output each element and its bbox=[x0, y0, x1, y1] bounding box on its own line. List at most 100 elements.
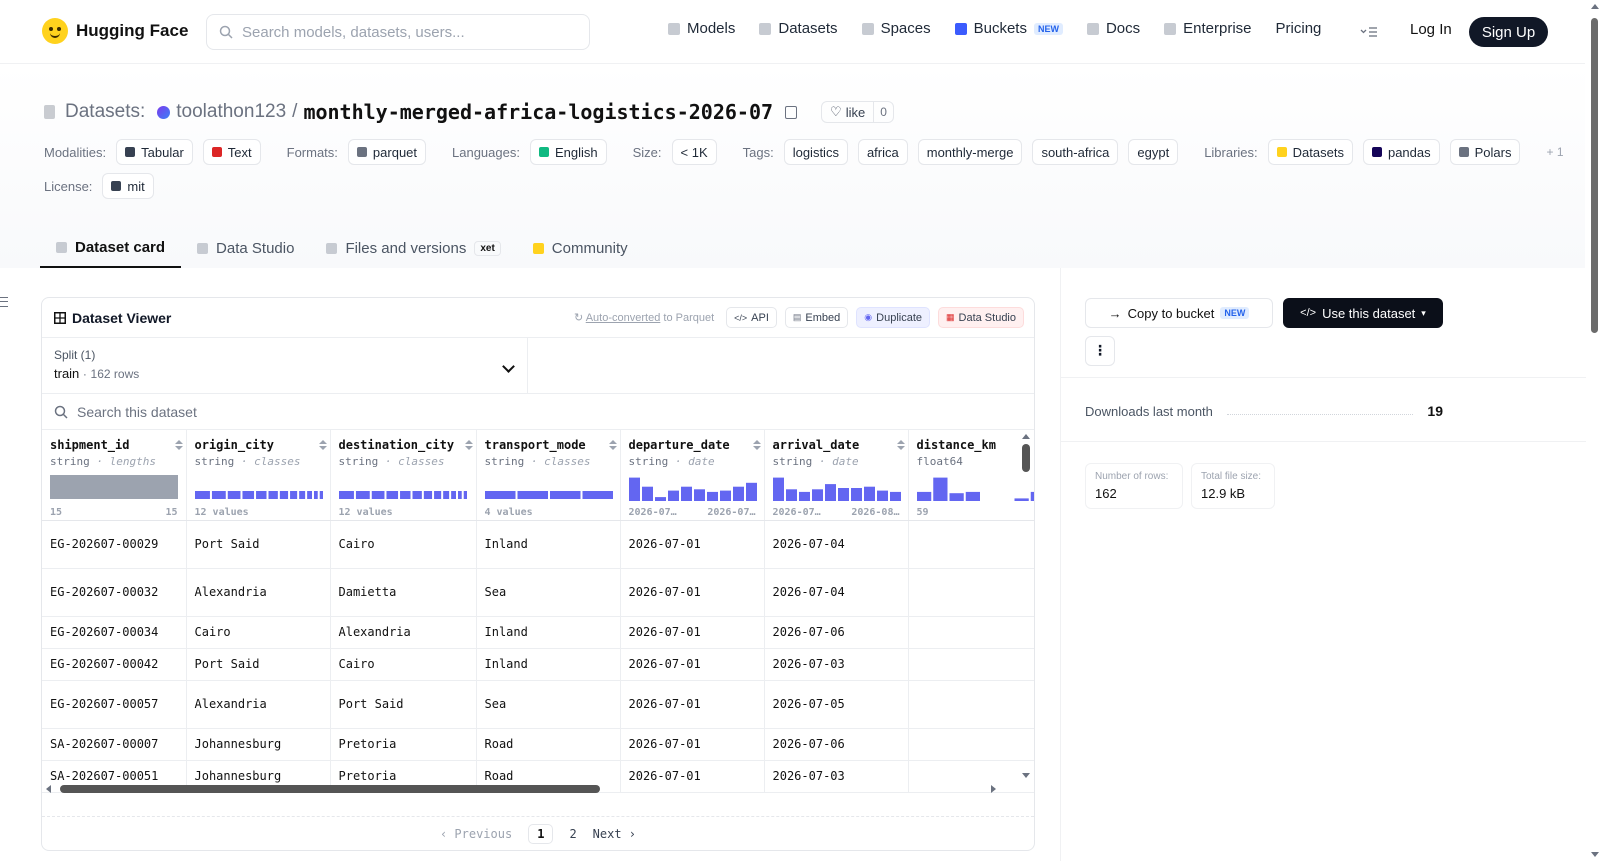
more-libraries[interactable]: + 1 bbox=[1546, 145, 1563, 159]
table-cell[interactable]: EG-202607-00042 bbox=[42, 648, 187, 681]
nav-link-pricing[interactable]: Pricing bbox=[1276, 20, 1322, 37]
table-cell[interactable] bbox=[908, 616, 1034, 649]
table-cell[interactable] bbox=[908, 520, 1034, 569]
nav-link-enterprise[interactable]: Enterprise bbox=[1164, 20, 1252, 37]
table-cell[interactable]: Alexandria bbox=[186, 568, 331, 617]
table-cell[interactable]: Sea bbox=[476, 680, 621, 729]
table-cell[interactable]: EG-202607-00029 bbox=[42, 520, 187, 569]
column-header-distance_km[interactable]: distance_km float64 59 bbox=[908, 430, 1034, 521]
histogram-bar[interactable] bbox=[876, 490, 888, 501]
table-cell[interactable]: 2026-07-01 bbox=[620, 648, 765, 681]
table-cell[interactable]: Pretoria bbox=[330, 728, 477, 761]
nav-link-models[interactable]: Models bbox=[668, 20, 735, 37]
class-segment[interactable] bbox=[549, 491, 581, 499]
split-selector[interactable]: Split (1) train · 162 rows bbox=[42, 338, 528, 393]
table-row[interactable]: SA-202607-00007 Johannesburg Pretoria Road 2… bbox=[42, 728, 1034, 761]
table-cell[interactable]: 2026-07-01 bbox=[620, 616, 765, 649]
table-cell[interactable]: Cairo bbox=[330, 520, 477, 569]
table-cell[interactable]: Damietta bbox=[330, 568, 477, 617]
table-cell[interactable]: 2026-07-01 bbox=[620, 728, 765, 761]
embed-button[interactable]: ▤ Embed bbox=[784, 307, 849, 328]
table-scroll-area[interactable]: shipment_id string · lengths 15 15 origin_ci… bbox=[42, 430, 1034, 802]
tag-chip[interactable]: monthly-merge bbox=[917, 139, 1023, 165]
length-bar[interactable] bbox=[50, 475, 178, 499]
tab-data-studio[interactable]: Data Studio bbox=[181, 228, 310, 268]
table-cell[interactable]: 2026-07-06 bbox=[764, 728, 909, 761]
class-segment[interactable] bbox=[412, 491, 422, 499]
class-segment[interactable] bbox=[289, 491, 297, 499]
dataset-name[interactable]: monthly-merged-africa-logistics-2026-07 bbox=[303, 100, 773, 124]
nav-link-buckets[interactable]: Buckets NEW bbox=[954, 20, 1063, 37]
tab-community[interactable]: Community bbox=[517, 228, 644, 268]
global-search[interactable] bbox=[206, 14, 590, 50]
tab-dataset-card[interactable]: Dataset card bbox=[40, 228, 182, 268]
page-1-button[interactable]: 1 bbox=[528, 823, 554, 844]
auto-converted-link[interactable]: Auto-converted bbox=[586, 312, 661, 324]
nav-link-spaces[interactable]: Spaces bbox=[861, 20, 931, 37]
scroll-down-icon[interactable] bbox=[1591, 852, 1599, 857]
table-cell[interactable]: Inland bbox=[476, 616, 621, 649]
login-link[interactable]: Log In bbox=[1410, 21, 1452, 38]
more-options-button[interactable]: ⋮ bbox=[1085, 336, 1115, 366]
class-segment[interactable] bbox=[313, 491, 318, 499]
table-cell[interactable]: Inland bbox=[476, 648, 621, 681]
class-segment[interactable] bbox=[255, 491, 267, 499]
histogram-bar[interactable] bbox=[680, 486, 692, 501]
scroll-thumb[interactable] bbox=[1591, 18, 1598, 333]
dataset-search-input[interactable] bbox=[77, 403, 477, 420]
scroll-left-icon[interactable] bbox=[46, 785, 51, 793]
modality-chip[interactable]: Text bbox=[202, 139, 261, 165]
table-cell[interactable]: Port Said bbox=[186, 648, 331, 681]
histogram-bar[interactable] bbox=[965, 491, 980, 501]
table-cell[interactable]: EG-202607-00057 bbox=[42, 680, 187, 729]
table-cell[interactable]: Johannesburg bbox=[186, 728, 331, 761]
next-page-button[interactable]: Next › bbox=[593, 827, 636, 841]
histogram-bar[interactable] bbox=[641, 486, 653, 501]
column-header-departure_date[interactable]: departure_date string · date 2026-07… 2026-… bbox=[620, 430, 765, 521]
dataset-search[interactable] bbox=[42, 394, 1034, 430]
histogram-bar[interactable] bbox=[916, 491, 931, 501]
class-segment[interactable] bbox=[582, 491, 613, 499]
size-chip[interactable]: < 1K bbox=[671, 139, 717, 165]
class-segment[interactable] bbox=[211, 491, 226, 499]
column-header-destination_city[interactable]: destination_city string · classes 12 value… bbox=[330, 430, 477, 521]
column-header-shipment_id[interactable]: shipment_id string · lengths 15 15 bbox=[42, 430, 187, 521]
signup-button[interactable]: Sign Up bbox=[1469, 17, 1548, 47]
table-cell[interactable]: 2026-07-04 bbox=[764, 568, 909, 617]
histogram-bar[interactable] bbox=[824, 484, 836, 501]
duplicate-button[interactable]: ◉ Duplicate bbox=[856, 307, 930, 328]
class-segment[interactable] bbox=[279, 491, 288, 499]
language-chip[interactable]: English bbox=[529, 139, 607, 165]
data-studio-button[interactable]: ▦ Data Studio bbox=[938, 307, 1024, 328]
histogram-bar[interactable] bbox=[1030, 491, 1034, 501]
scroll-up-icon[interactable] bbox=[1022, 434, 1030, 439]
tag-chip[interactable]: logistics bbox=[783, 139, 848, 165]
class-segment[interactable] bbox=[298, 491, 305, 499]
table-row[interactable]: EG-202607-00034 Cairo Alexandria Inland 2026… bbox=[42, 616, 1034, 649]
class-segment[interactable] bbox=[355, 491, 370, 499]
histogram-bar[interactable] bbox=[654, 497, 666, 501]
table-cell[interactable]: SA-202607-00007 bbox=[42, 728, 187, 761]
table-row[interactable]: EG-202607-00042 Port Said Cairo Inland 2026-… bbox=[42, 648, 1034, 681]
license-chip[interactable]: mit bbox=[102, 173, 154, 199]
histogram-bar[interactable] bbox=[811, 489, 823, 501]
page-2-button[interactable]: 2 bbox=[569, 827, 576, 841]
format-chip[interactable]: parquet bbox=[347, 139, 427, 165]
histogram-bar[interactable] bbox=[745, 482, 757, 501]
library-chip[interactable]: Datasets bbox=[1267, 139, 1353, 165]
class-segment[interactable] bbox=[457, 491, 462, 499]
vertical-scrollbar[interactable] bbox=[1022, 430, 1030, 778]
library-chip[interactable]: Polars bbox=[1449, 139, 1521, 165]
class-segment[interactable] bbox=[423, 491, 432, 499]
table-row[interactable]: EG-202607-00029 Port Said Cairo Inland 2026-… bbox=[42, 520, 1034, 569]
histogram-bar[interactable] bbox=[798, 491, 810, 501]
nav-link-docs[interactable]: Docs bbox=[1086, 20, 1140, 37]
api-button[interactable]: </> API bbox=[726, 307, 777, 328]
class-segment[interactable] bbox=[399, 491, 411, 499]
library-chip[interactable]: pandas bbox=[1362, 139, 1440, 165]
histogram-bar[interactable] bbox=[949, 493, 964, 501]
histogram-bar[interactable] bbox=[719, 490, 731, 501]
menu-toggle-icon[interactable] bbox=[1360, 26, 1378, 38]
class-segment[interactable] bbox=[227, 491, 240, 499]
use-dataset-button[interactable]: </> Use this dataset ▾ bbox=[1283, 298, 1443, 328]
